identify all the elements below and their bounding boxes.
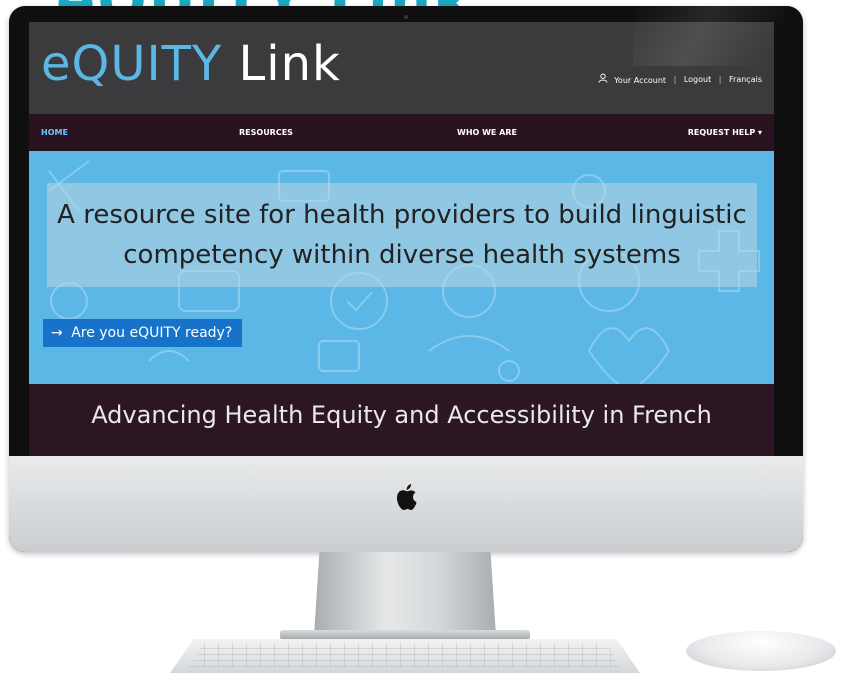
stand-base xyxy=(280,630,530,640)
header-links: Your Account | Logout | Français xyxy=(598,73,762,85)
hero-banner: A resource site for health providers to … xyxy=(29,151,774,384)
camera-dot xyxy=(404,15,408,19)
screen: eQUITY Link Your Account | Logout | Fran… xyxy=(29,22,774,462)
site-logo[interactable]: eQUITY Link xyxy=(41,36,341,92)
monitor-chin xyxy=(9,456,803,552)
arrow-right-icon: → xyxy=(51,325,63,341)
logout-link[interactable]: Logout xyxy=(684,75,711,84)
language-link[interactable]: Français xyxy=(729,75,762,84)
nav-request-help[interactable]: REQUEST HELP ▾ xyxy=(688,128,762,137)
screen-glare xyxy=(633,6,803,66)
logo-equity: eQUITY xyxy=(41,36,223,92)
account-link[interactable]: Your Account xyxy=(598,73,666,85)
tagline-text: Advancing Health Equity and Accessibilit… xyxy=(91,401,712,429)
main-nav: HOME RESOURCES WHO WE ARE REQUEST HELP ▾ xyxy=(29,114,774,151)
mouse xyxy=(686,631,836,671)
user-icon xyxy=(598,73,608,83)
apple-logo-icon xyxy=(397,484,417,510)
separator: | xyxy=(718,74,722,84)
equity-ready-label: Are you eQUITY ready? xyxy=(71,325,233,341)
nav-resources[interactable]: RESOURCES xyxy=(239,128,293,137)
hero-text-band: A resource site for health providers to … xyxy=(47,183,757,287)
monitor-stand xyxy=(314,552,496,636)
nav-home[interactable]: HOME xyxy=(41,128,68,137)
hero-heading: A resource site for health providers to … xyxy=(57,200,747,270)
imac-monitor: eQUITY Link Your Account | Logout | Fran… xyxy=(9,6,803,552)
account-link-label: Your Account xyxy=(614,76,667,85)
logo-link: Link xyxy=(238,36,341,92)
separator: | xyxy=(673,74,677,84)
equity-ready-button[interactable]: → Are you eQUITY ready? xyxy=(43,319,243,347)
keyboard-keys xyxy=(190,643,620,667)
tagline-bar: Advancing Health Equity and Accessibilit… xyxy=(29,384,774,462)
nav-who-we-are[interactable]: WHO WE ARE xyxy=(457,128,517,137)
